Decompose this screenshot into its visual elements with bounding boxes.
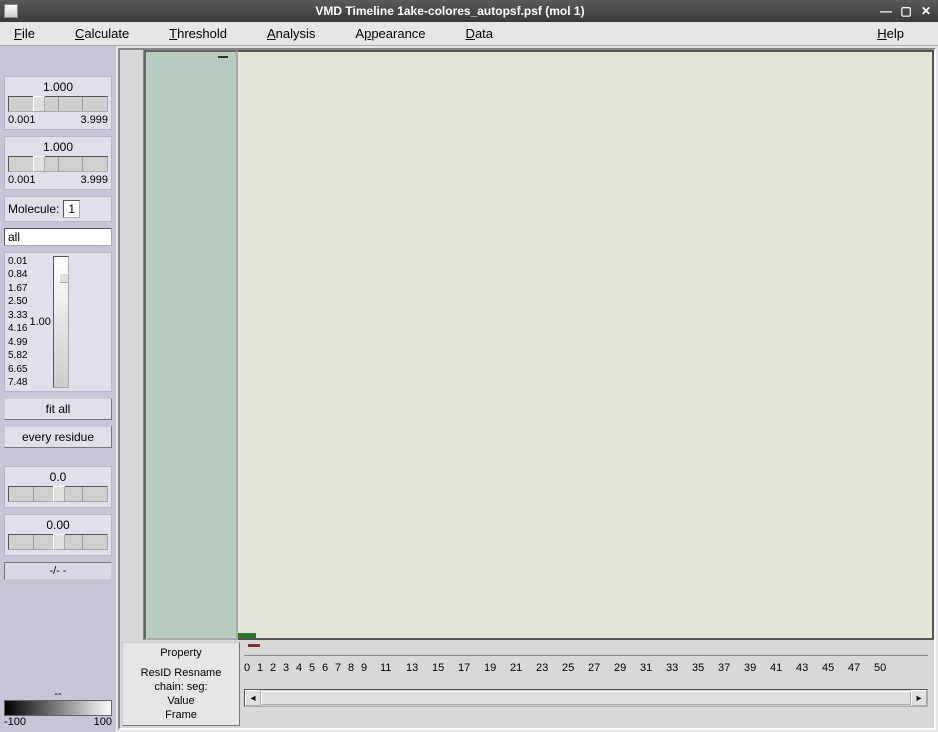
gradient-min: -100 [4, 716, 26, 728]
menu-help[interactable]: Help [867, 24, 914, 43]
maximize-button[interactable]: ▢ [898, 4, 914, 18]
window-title: VMD Timeline 1ake-colores_autopsf.psf (m… [26, 4, 874, 18]
info-frame: Frame [165, 709, 197, 721]
zoom-slider-1: 1.000 0.001 3.999 [4, 76, 112, 130]
slider-track[interactable] [8, 156, 108, 172]
info-resid: ResID Resname [141, 667, 222, 679]
titlebar: VMD Timeline 1ake-colores_autopsf.psf (m… [0, 0, 938, 22]
info-box: Property ResID Resname chain: seg: Value… [122, 642, 240, 726]
frame-axis: 0123456789111315171921232527293133353739… [242, 640, 934, 728]
menubar: File Calculate Threshold Analysis Appear… [0, 22, 938, 46]
menu-threshold[interactable]: Threshold [159, 24, 237, 43]
slider-value: 1.000 [8, 140, 108, 154]
menu-appearance[interactable]: Appearance [345, 24, 435, 43]
slider-track[interactable] [8, 96, 108, 112]
molecule-row: Molecule: 1 [4, 196, 112, 222]
offset-slider-2: 0.00 [4, 514, 112, 556]
slider-max: 3.999 [80, 114, 108, 126]
menu-analysis[interactable]: Analysis [257, 24, 325, 43]
residue-column[interactable] [144, 50, 238, 640]
menu-data[interactable]: Data [456, 24, 503, 43]
sidebar: 1.000 0.001 3.999 1.000 0.001 [0, 46, 116, 732]
offset-slider-1: 0.0 [4, 466, 112, 508]
molecule-id[interactable]: 1 [63, 200, 80, 218]
frame-ticks: 0123456789111315171921232527293133353739… [244, 655, 928, 689]
timeline-plot[interactable] [238, 50, 934, 640]
zoom-slider-2: 1.000 0.001 3.999 [4, 136, 112, 190]
molecule-label: Molecule: [8, 202, 59, 216]
position-readout: -/- - [4, 562, 112, 580]
gradient-bar [4, 700, 112, 716]
content-area: Property ResID Resname chain: seg: Value… [118, 48, 936, 730]
selection-input[interactable]: all [4, 228, 112, 246]
slider-min: 0.001 [8, 114, 36, 126]
info-property: Property [160, 647, 202, 659]
scroll-right-icon[interactable]: ▸ [911, 690, 927, 706]
scale-mid: 1.00 [29, 256, 50, 388]
slider-max: 3.999 [80, 174, 108, 186]
menu-calculate[interactable]: Calculate [65, 24, 139, 43]
close-button[interactable]: ✕ [918, 4, 934, 18]
slider-min: 0.001 [8, 174, 36, 186]
scroll-left-icon[interactable]: ◂ [245, 690, 261, 706]
scale-ticks: 0.010.841.672.503.334.164.995.826.657.48 [8, 256, 27, 388]
slider-track[interactable] [8, 534, 108, 550]
color-scale: 0.010.841.672.503.334.164.995.826.657.48… [4, 252, 112, 392]
fit-all-button[interactable]: fit all [4, 398, 112, 420]
slider-value: 0.0 [8, 470, 108, 484]
every-residue-button[interactable]: every residue [4, 426, 112, 448]
app-icon [4, 4, 18, 18]
gradient-max: 100 [94, 716, 112, 728]
vertical-ruler [120, 50, 144, 640]
frame-cursor[interactable] [248, 644, 928, 647]
scale-bar[interactable] [53, 256, 69, 388]
horizontal-scrollbar[interactable]: ◂ ▸ [244, 689, 928, 707]
minimize-button[interactable]: — [878, 4, 894, 18]
info-chain: chain: seg: [154, 681, 207, 693]
slider-value: 0.00 [8, 518, 108, 532]
gradient-label: -- [4, 688, 112, 700]
menu-file[interactable]: File [4, 24, 45, 43]
slider-value: 1.000 [8, 80, 108, 94]
info-value: Value [167, 695, 194, 707]
slider-track[interactable] [8, 486, 108, 502]
gradient-panel: -- -100 100 [4, 688, 112, 728]
